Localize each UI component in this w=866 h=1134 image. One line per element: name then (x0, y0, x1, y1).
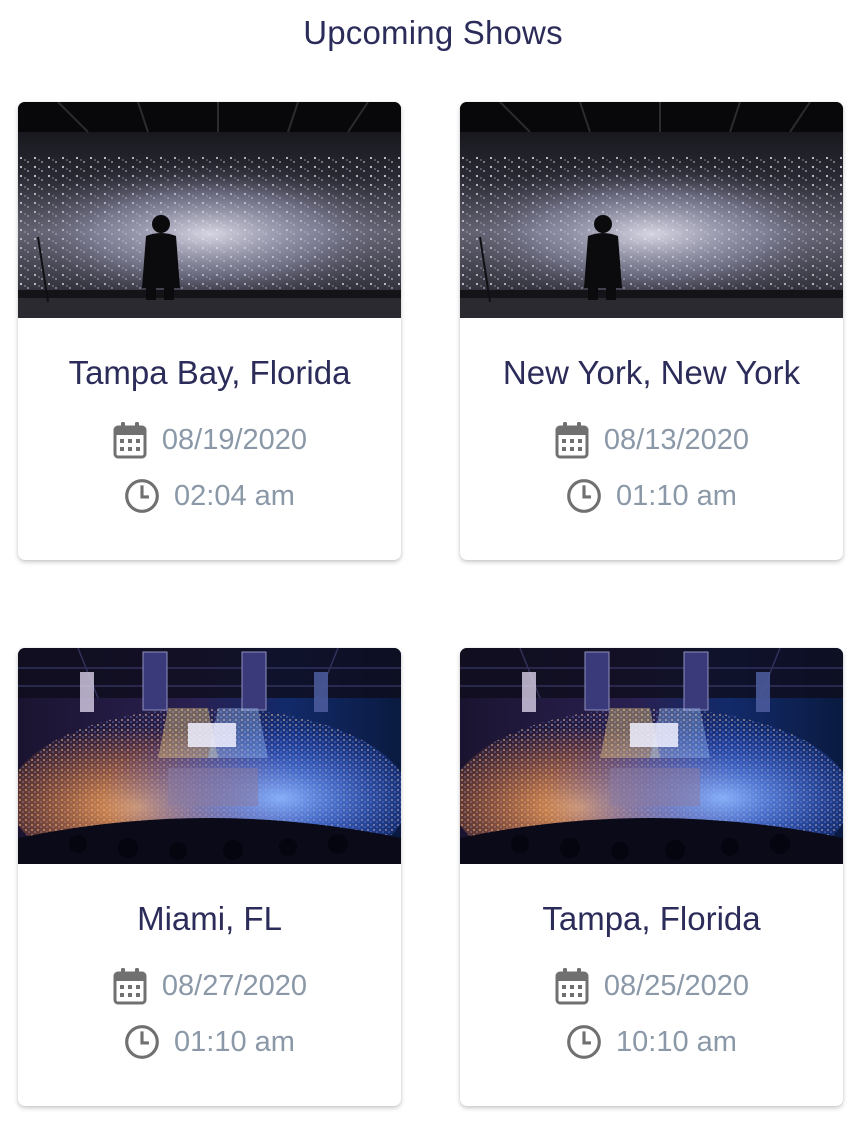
show-date: 08/13/2020 (603, 423, 750, 456)
show-date: 08/19/2020 (161, 423, 308, 456)
calendar-icon (112, 966, 148, 1006)
clock-icon (566, 1022, 602, 1062)
show-image (18, 102, 401, 318)
show-image (460, 648, 843, 864)
show-time-row: 01:10 am (18, 1022, 401, 1062)
clock-icon (566, 476, 602, 516)
show-time: 01:10 am (616, 479, 737, 512)
show-time-row: 02:04 am (18, 476, 401, 516)
show-city: Tampa, Florida (542, 900, 761, 937)
show-date-row: 08/13/2020 (460, 420, 843, 460)
show-card[interactable]: Miami, FL 08/27/2020 01:10 am (18, 648, 401, 1106)
show-image (460, 102, 843, 318)
show-card[interactable]: New York, New York 08/13/2020 01:10 am (460, 102, 843, 560)
show-date: 08/25/2020 (603, 969, 750, 1002)
show-time-row: 01:10 am (460, 476, 843, 516)
show-date-row: 08/27/2020 (18, 966, 401, 1006)
show-time: 01:10 am (174, 1025, 295, 1058)
show-date-row: 08/19/2020 (18, 420, 401, 460)
show-city: Tampa Bay, Florida (68, 354, 351, 391)
calendar-icon (554, 420, 590, 460)
show-date-row: 08/25/2020 (460, 966, 843, 1006)
calendar-icon (554, 966, 590, 1006)
show-date: 08/27/2020 (161, 969, 308, 1002)
show-city: Miami, FL (137, 900, 282, 937)
show-city: New York, New York (502, 354, 801, 391)
calendar-icon (112, 420, 148, 460)
show-image (18, 648, 401, 864)
show-time: 10:10 am (616, 1025, 737, 1058)
page-title: Upcoming Shows (303, 14, 563, 51)
clock-icon (124, 476, 160, 516)
show-time: 02:04 am (174, 479, 295, 512)
show-card[interactable]: Tampa Bay, Florida 08/19/2020 02:04 am (18, 102, 401, 560)
show-card[interactable]: Tampa, Florida 08/25/2020 10:10 am (460, 648, 843, 1106)
clock-icon (124, 1022, 160, 1062)
show-time-row: 10:10 am (460, 1022, 843, 1062)
